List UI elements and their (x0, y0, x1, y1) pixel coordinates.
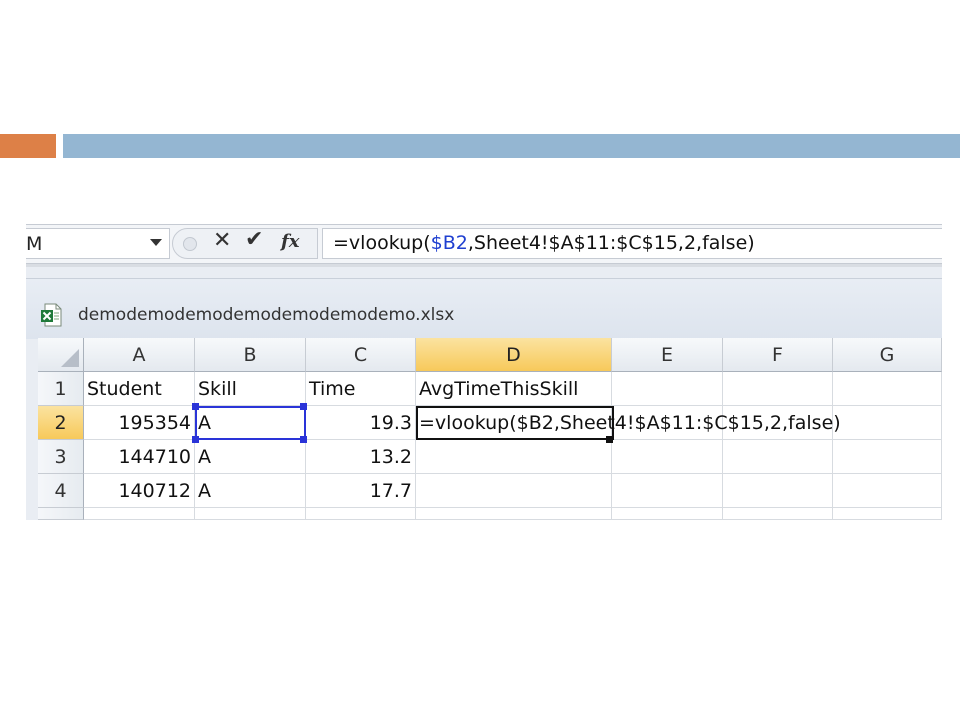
cell-b3[interactable]: A (195, 440, 306, 474)
cell-g1[interactable] (833, 372, 942, 406)
cell-c3[interactable]: 13.2 (306, 440, 416, 474)
check-icon[interactable]: ✔ (245, 227, 263, 252)
row-header-2[interactable]: 2 (38, 406, 84, 440)
formula-reference: $B2 (430, 232, 468, 254)
column-header-d[interactable]: D (416, 338, 612, 372)
row-header-3[interactable]: 3 (38, 440, 84, 474)
select-all-icon (61, 349, 79, 367)
formula-prefix: =vlookup( (333, 232, 431, 254)
cell-f4[interactable] (723, 474, 833, 508)
cell-b1[interactable]: Skill (195, 372, 306, 406)
excel-screenshot: M ✕ ✔ fx =vlookup($B2,Sheet4!$A$11:$C$15… (26, 224, 942, 520)
select-all-corner[interactable] (38, 338, 84, 372)
formula-input[interactable]: =vlookup($B2,Sheet4!$A$11:$C$15,2,false) (322, 228, 942, 259)
column-header-a[interactable]: A (84, 338, 195, 372)
accent-bar-blue (63, 134, 960, 158)
formula-suffix: ,Sheet4!$A$11:$C$15,2,false) (467, 232, 755, 254)
formula-text: =vlookup($B2,Sheet4!$A$11:$C$15,2,false) (333, 232, 755, 254)
reference-handle-top-right[interactable] (300, 403, 307, 410)
row-header-4[interactable]: 4 (38, 474, 84, 508)
cell-e5[interactable] (612, 508, 723, 520)
workbook-title-bar: demodemodemodemodemodemodemo.xlsx (26, 278, 942, 339)
cell-a3[interactable]: 144710 (84, 440, 195, 474)
cell-b4[interactable]: A (195, 474, 306, 508)
chevron-down-icon[interactable] (150, 239, 162, 246)
cell-f3[interactable] (723, 440, 833, 474)
active-cell-formula: =vlookup($B2,Sheet4!$A$11:$C$15,2,false) (419, 412, 841, 434)
reference-handle-top-left[interactable] (192, 403, 199, 410)
cell-g3[interactable] (833, 440, 942, 474)
cell-e1[interactable] (612, 372, 723, 406)
cell-e4[interactable] (612, 474, 723, 508)
cell-g2[interactable] (833, 406, 942, 440)
cell-a4[interactable]: 140712 (84, 474, 195, 508)
cell-f1[interactable] (723, 372, 833, 406)
cell-c4[interactable]: 17.7 (306, 474, 416, 508)
cell-g5[interactable] (833, 508, 942, 520)
name-box[interactable]: M (26, 228, 170, 259)
excel-file-icon (41, 303, 62, 327)
cell-g4[interactable] (833, 474, 942, 508)
cell-c2[interactable]: 19.3 (306, 406, 416, 440)
cell-c1[interactable]: Time (306, 372, 416, 406)
cell-b5[interactable] (195, 508, 306, 520)
cell-a2[interactable]: 195354 (84, 406, 195, 440)
name-box-value: M (26, 233, 43, 255)
workbook-filename: demodemodemodemodemodemodemo.xlsx (78, 305, 455, 325)
cell-a1[interactable]: Student (84, 372, 195, 406)
column-header-e[interactable]: E (612, 338, 723, 372)
insert-function-icon[interactable]: fx (281, 231, 299, 252)
reference-highlight-b2 (195, 406, 306, 440)
cell-f5[interactable] (723, 508, 833, 520)
cell-a5[interactable] (84, 508, 195, 520)
column-header-b[interactable]: B (195, 338, 306, 372)
cell-d3[interactable] (416, 440, 612, 474)
cell-c5[interactable] (306, 508, 416, 520)
cancel-icon[interactable]: ✕ (213, 228, 231, 253)
formula-bar: M ✕ ✔ fx =vlookup($B2,Sheet4!$A$11:$C$15… (26, 224, 942, 264)
column-header-c[interactable]: C (306, 338, 416, 372)
accent-bar-orange (0, 134, 56, 158)
cell-d1[interactable]: AvgTimeThisSkill (416, 372, 612, 406)
row-header-1[interactable]: 1 (38, 372, 84, 406)
reference-handle-bottom-right[interactable] (300, 436, 307, 443)
cell-d5[interactable] (416, 508, 612, 520)
column-header-f[interactable]: F (723, 338, 833, 372)
reference-handle-bottom-left[interactable] (192, 436, 199, 443)
ribbon-separator (26, 264, 942, 267)
cell-e3[interactable] (612, 440, 723, 474)
column-header-g[interactable]: G (833, 338, 942, 372)
formula-buttons: ✕ ✔ fx (172, 227, 318, 259)
row-header-5[interactable] (38, 508, 84, 520)
cell-d4[interactable] (416, 474, 612, 508)
resize-grip-icon[interactable] (183, 237, 197, 251)
